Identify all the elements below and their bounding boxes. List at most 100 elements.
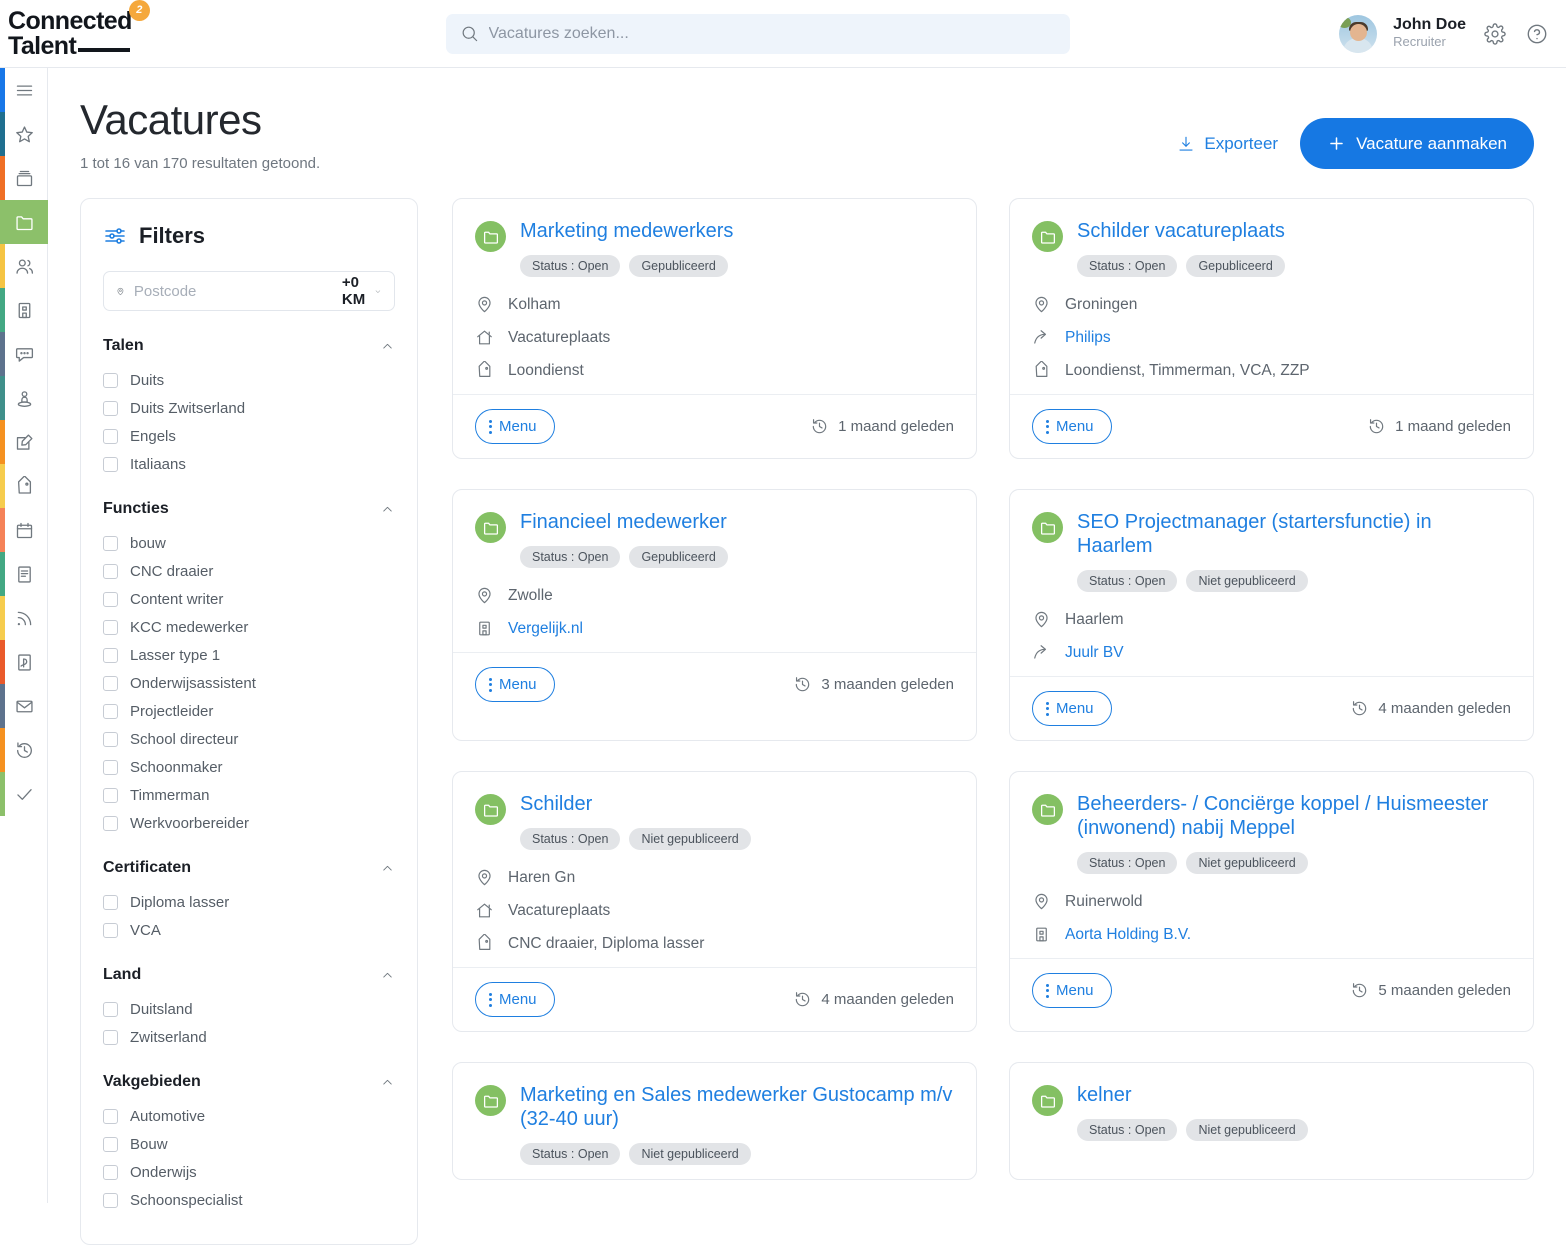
filter-option[interactable]: Duitsland <box>103 995 395 1023</box>
filter-option[interactable]: Timmerman <box>103 781 395 809</box>
filter-option[interactable]: Projectleider <box>103 697 395 725</box>
card-meta-text[interactable]: Aorta Holding B.V. <box>1065 926 1191 944</box>
card-menu-button[interactable]: Menu <box>1032 409 1112 444</box>
card-menu-button[interactable]: Menu <box>1032 973 1112 1008</box>
export-button[interactable]: Exporteer <box>1177 134 1278 154</box>
card-meta-row[interactable]: Aorta Holding B.V. <box>1032 925 1511 944</box>
filter-option[interactable]: Engels <box>103 422 395 450</box>
create-vacancy-button[interactable]: Vacature aanmaken <box>1300 118 1534 169</box>
rail-item-person-pin[interactable] <box>0 376 48 420</box>
filter-option[interactable]: Onderwijsassistent <box>103 669 395 697</box>
filter-option[interactable]: School directeur <box>103 725 395 753</box>
checkbox[interactable] <box>103 704 118 719</box>
checkbox[interactable] <box>103 816 118 831</box>
rail-item-history[interactable] <box>0 728 48 772</box>
card-menu-button[interactable]: Menu <box>475 982 555 1017</box>
filter-option[interactable]: bouw <box>103 529 395 557</box>
filter-section-header[interactable]: Certificaten <box>103 859 395 877</box>
rail-item-document[interactable] <box>0 552 48 596</box>
vacancy-title[interactable]: Schilder <box>520 792 954 816</box>
filter-option[interactable]: Diploma lasser <box>103 888 395 916</box>
postcode-filter[interactable]: +0 KM <box>103 271 395 311</box>
chevron-up-icon[interactable] <box>380 861 395 876</box>
checkbox[interactable] <box>103 648 118 663</box>
checkbox[interactable] <box>103 429 118 444</box>
rail-item-pdf[interactable] <box>0 640 48 684</box>
rail-item-edit[interactable] <box>0 420 48 464</box>
vacancy-title[interactable]: Beheerders- / Conciërge koppel / Huismee… <box>1077 792 1511 840</box>
filter-option[interactable]: Italiaans <box>103 450 395 478</box>
filter-option[interactable]: Onderwijs <box>103 1158 395 1186</box>
rail-item-building[interactable] <box>0 288 48 332</box>
user-info[interactable]: John Doe Recruiter <box>1393 16 1466 51</box>
filter-section-header[interactable]: Talen <box>103 337 395 355</box>
filter-section-header[interactable]: Land <box>103 966 395 984</box>
filter-section-header[interactable]: Functies <box>103 500 395 518</box>
card-menu-button[interactable]: Menu <box>1032 691 1112 726</box>
chevron-up-icon[interactable] <box>380 968 395 983</box>
card-meta-row[interactable]: Vergelijk.nl <box>475 619 954 638</box>
rail-item-folder[interactable] <box>0 200 48 244</box>
filter-option[interactable]: Duits Zwitserland <box>103 394 395 422</box>
vacancy-title[interactable]: SEO Projectmanager (startersfunctie) in … <box>1077 510 1511 558</box>
filter-section-header[interactable]: Vakgebieden <box>103 1073 395 1091</box>
search-input[interactable] <box>489 25 1056 43</box>
filter-option[interactable]: CNC draaier <box>103 557 395 585</box>
rail-item-tag[interactable] <box>0 464 48 508</box>
vacancy-card[interactable]: Marketing en Sales medewerker Gustocamp … <box>452 1062 977 1180</box>
rail-item-chat[interactable] <box>0 332 48 376</box>
vacancy-card[interactable]: SEO Projectmanager (startersfunctie) in … <box>1009 489 1534 741</box>
checkbox[interactable] <box>103 923 118 938</box>
checkbox[interactable] <box>103 676 118 691</box>
checkbox[interactable] <box>103 788 118 803</box>
rail-item-calendar[interactable] <box>0 508 48 552</box>
app-logo[interactable]: Connected Talent 2 <box>0 9 176 59</box>
chevron-down-icon[interactable] <box>374 284 382 299</box>
rail-item-archive[interactable] <box>0 156 48 200</box>
checkbox[interactable] <box>103 1002 118 1017</box>
gear-icon[interactable] <box>1482 21 1508 47</box>
checkbox[interactable] <box>103 536 118 551</box>
filter-option[interactable]: VCA <box>103 916 395 944</box>
filter-option[interactable]: Lasser type 1 <box>103 641 395 669</box>
vacancy-card[interactable]: Beheerders- / Conciërge koppel / Huismee… <box>1009 771 1534 1032</box>
postcode-input[interactable] <box>134 283 333 300</box>
checkbox[interactable] <box>103 564 118 579</box>
checkbox[interactable] <box>103 457 118 472</box>
filter-option[interactable]: Zwitserland <box>103 1023 395 1051</box>
filter-option[interactable]: Bouw <box>103 1130 395 1158</box>
vacancy-card[interactable]: Financieel medewerkerStatus : OpenGepubl… <box>452 489 977 741</box>
filter-option[interactable]: KCC medewerker <box>103 613 395 641</box>
card-meta-text[interactable]: Vergelijk.nl <box>508 620 583 638</box>
filter-option[interactable]: Werkvoorbereider <box>103 809 395 837</box>
vacancy-title[interactable]: Schilder vacatureplaats <box>1077 219 1511 243</box>
vacancy-title[interactable]: Marketing en Sales medewerker Gustocamp … <box>520 1083 954 1131</box>
vacancy-card[interactable]: Schilder vacatureplaatsStatus : OpenGepu… <box>1009 198 1534 459</box>
rail-item-rss[interactable] <box>0 596 48 640</box>
checkbox[interactable] <box>103 1137 118 1152</box>
card-menu-button[interactable]: Menu <box>475 409 555 444</box>
card-menu-button[interactable]: Menu <box>475 667 555 702</box>
filter-option[interactable]: Schoonspecialist <box>103 1186 395 1214</box>
vacancy-card[interactable]: kelnerStatus : OpenNiet gepubliceerd <box>1009 1062 1534 1180</box>
card-meta-row[interactable]: Juulr BV <box>1032 643 1511 662</box>
checkbox[interactable] <box>103 401 118 416</box>
rail-item-people[interactable] <box>0 244 48 288</box>
rail-item-star[interactable] <box>0 112 48 156</box>
chevron-up-icon[interactable] <box>380 339 395 354</box>
rail-item-menu[interactable] <box>0 68 48 112</box>
filter-option[interactable]: Content writer <box>103 585 395 613</box>
chevron-up-icon[interactable] <box>380 1075 395 1090</box>
card-meta-row[interactable]: Philips <box>1032 328 1511 347</box>
vacancy-title[interactable]: kelner <box>1077 1083 1511 1107</box>
filter-option[interactable]: Automotive <box>103 1102 395 1130</box>
chevron-up-icon[interactable] <box>380 502 395 517</box>
vacancy-title[interactable]: Financieel medewerker <box>520 510 954 534</box>
rail-item-check[interactable] <box>0 772 48 816</box>
filter-option[interactable]: Schoonmaker <box>103 753 395 781</box>
card-meta-text[interactable]: Philips <box>1065 329 1111 347</box>
card-meta-text[interactable]: Juulr BV <box>1065 644 1124 662</box>
vacancy-card[interactable]: SchilderStatus : OpenNiet gepubliceerdHa… <box>452 771 977 1032</box>
checkbox[interactable] <box>103 1109 118 1124</box>
checkbox[interactable] <box>103 895 118 910</box>
